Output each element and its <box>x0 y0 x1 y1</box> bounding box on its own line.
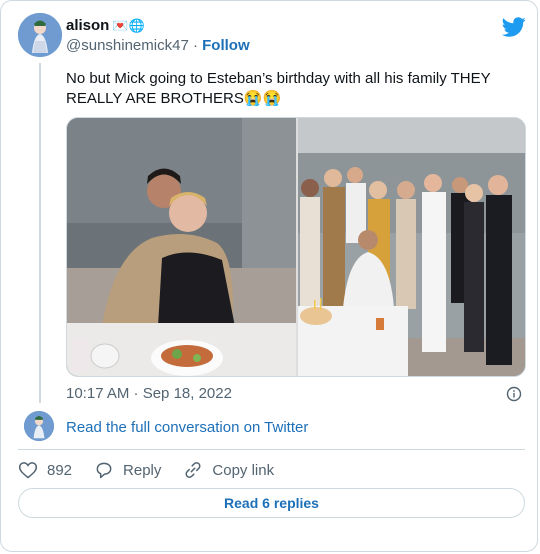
like-button[interactable]: 892 <box>18 460 72 480</box>
tweet-card: alison 💌🌐 @sunshinemick47 · Follow No but… <box>0 0 538 552</box>
author-avatar-small[interactable] <box>24 411 54 441</box>
author-name-text[interactable]: alison <box>66 17 109 34</box>
action-bar: 892 Reply Copy link <box>18 459 296 481</box>
read-replies-button[interactable]: Read 6 replies <box>18 488 525 518</box>
link-icon <box>185 462 201 478</box>
thread-line <box>39 63 41 403</box>
photo-group-birthday-cake[interactable] <box>298 118 525 376</box>
tweet-media[interactable] <box>66 117 526 377</box>
divider <box>18 449 525 450</box>
tweet-text: No but Mick going to Esteban’s birthday … <box>66 70 491 107</box>
heart-icon <box>18 462 38 479</box>
author-name[interactable]: alison 💌🌐 <box>66 17 145 34</box>
reply-bubble-icon <box>96 462 112 479</box>
photo-two-men-restaurant[interactable] <box>67 118 296 376</box>
like-count: 892 <box>47 461 73 479</box>
reply-label: Reply <box>123 461 162 479</box>
copy-link-label: Copy link <box>212 461 275 479</box>
author-avatar[interactable] <box>18 13 62 57</box>
author-handle-line: @sunshinemick47 · Follow <box>66 37 250 54</box>
reply-button[interactable]: Reply <box>94 460 161 480</box>
read-replies-label: Read 6 replies <box>224 495 319 511</box>
copy-link-button[interactable]: Copy link <box>183 460 274 480</box>
author-name-emojis: 💌🌐 <box>112 18 145 33</box>
read-full-conversation-link[interactable]: Read the full conversation on Twitter <box>66 419 308 436</box>
follow-link[interactable]: Follow <box>202 37 250 54</box>
info-icon[interactable] <box>506 386 522 402</box>
author-handle[interactable]: @sunshinemick47 <box>66 37 189 54</box>
twitter-bird-icon[interactable] <box>501 15 526 39</box>
tweet-timestamp[interactable]: 10:17 AM · Sep 18, 2022 <box>66 385 232 402</box>
handle-separator: · <box>192 37 198 54</box>
